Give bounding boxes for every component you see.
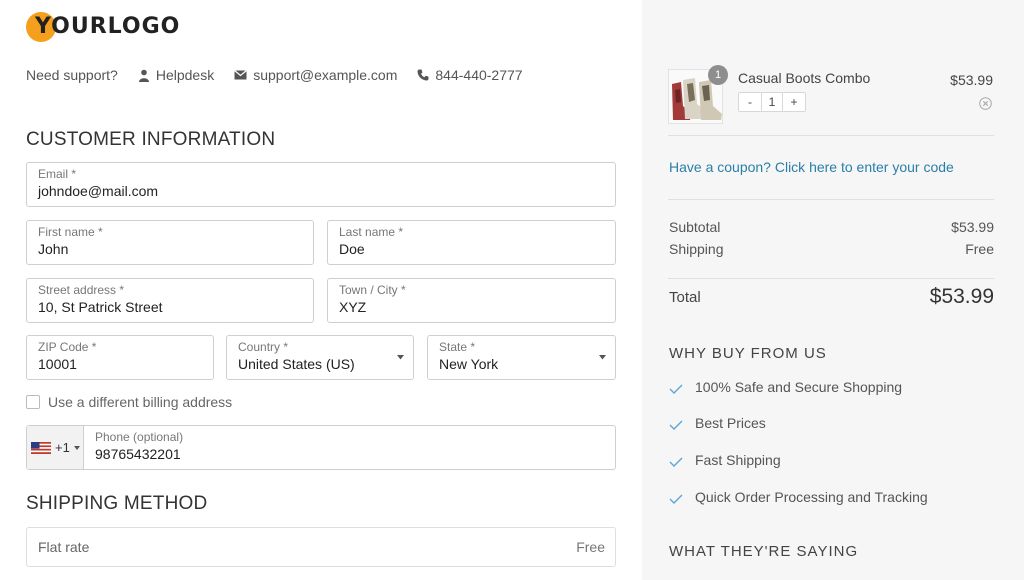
quantity-badge: 1 <box>708 65 728 85</box>
phone-icon <box>417 69 429 81</box>
country-select[interactable]: Country * United States (US) <box>226 335 414 380</box>
state-label: State * <box>439 340 476 354</box>
coupon-link[interactable]: Have a coupon? Click here to enter your … <box>669 159 954 175</box>
country-code: +1 <box>55 440 70 455</box>
street-address-value: 10, St Patrick Street <box>38 299 163 315</box>
why-buy-item: Quick Order Processing and Tracking <box>669 489 928 505</box>
total-row: Total $53.99 <box>669 285 994 309</box>
zip-code-value: 10001 <box>38 356 77 372</box>
zip-code-label: ZIP Code * <box>38 340 97 354</box>
street-address-label: Street address * <box>38 283 125 297</box>
quantity-decrease-button[interactable]: - <box>739 93 761 111</box>
support-bar: Need support? Helpdesk support@example.c… <box>26 67 543 83</box>
us-flag-icon <box>31 441 51 454</box>
why-buy-title: WHY BUY FROM US <box>669 345 827 362</box>
phone-field[interactable]: +1 Phone (optional) 98765432201 <box>26 425 616 470</box>
state-select[interactable]: State * New York <box>427 335 616 380</box>
subtotal-label: Subtotal <box>669 219 721 235</box>
country-code-selector[interactable]: +1 <box>27 426 84 469</box>
divider <box>668 278 994 279</box>
shipping-label: Shipping <box>669 241 724 257</box>
product-price: $53.99 <box>950 72 993 88</box>
shipping-row: Shipping Free <box>669 241 994 257</box>
phone-value: 98765432201 <box>95 446 181 462</box>
support-label: Need support? <box>26 67 118 83</box>
divider <box>668 135 994 136</box>
support-phone-link[interactable]: 844-440-2777 <box>417 67 523 83</box>
country-label: Country * <box>238 340 289 354</box>
town-city-value: XYZ <box>339 299 367 315</box>
quantity-value[interactable]: 1 <box>761 93 783 111</box>
email-value: johndoe@mail.com <box>38 183 159 199</box>
person-icon <box>138 69 149 82</box>
checkmark-icon <box>669 494 683 504</box>
billing-address-option[interactable]: Use a different billing address <box>26 394 232 410</box>
caret-down-icon <box>397 355 404 360</box>
shipping-option-price: Free <box>576 539 605 555</box>
state-value: New York <box>439 356 499 372</box>
email-field[interactable]: Email * johndoe@mail.com <box>26 162 616 207</box>
country-value: United States (US) <box>238 356 355 372</box>
total-label: Total <box>669 288 701 306</box>
checkmark-icon <box>669 420 683 430</box>
envelope-icon <box>234 70 248 80</box>
checkmark-icon <box>669 457 683 467</box>
quantity-stepper: - 1 + <box>738 92 806 112</box>
town-city-field[interactable]: Town / City * XYZ <box>327 278 616 323</box>
subtotal-row: Subtotal $53.99 <box>669 219 994 235</box>
billing-address-checkbox[interactable] <box>26 395 40 409</box>
phone-label: Phone (optional) <box>95 430 184 444</box>
why-buy-item: 100% Safe and Secure Shopping <box>669 379 902 395</box>
divider <box>668 199 994 200</box>
town-city-label: Town / City * <box>339 283 406 297</box>
subtotal-value: $53.99 <box>951 219 994 235</box>
quantity-increase-button[interactable]: + <box>783 93 805 111</box>
first-name-label: First name * <box>38 225 103 239</box>
shipping-option-name: Flat rate <box>38 539 90 555</box>
remove-item-icon[interactable] <box>979 97 992 110</box>
first-name-field[interactable]: First name * John <box>26 220 314 265</box>
caret-down-icon <box>599 355 606 360</box>
why-buy-item: Fast Shipping <box>669 452 781 468</box>
helpdesk-link[interactable]: Helpdesk <box>138 67 214 83</box>
caret-down-icon <box>73 445 80 450</box>
zip-code-field[interactable]: ZIP Code * 10001 <box>26 335 214 380</box>
support-email-link[interactable]: support@example.com <box>234 67 397 83</box>
email-label: Email * <box>38 167 77 181</box>
total-value: $53.99 <box>929 285 994 308</box>
checkmark-icon <box>669 384 683 394</box>
first-name-value: John <box>38 241 69 257</box>
product-name: Casual Boots Combo <box>738 70 871 86</box>
street-address-field[interactable]: Street address * 10, St Patrick Street <box>26 278 314 323</box>
last-name-value: Doe <box>339 241 365 257</box>
shipping-method-title: SHIPPING METHOD <box>26 493 208 514</box>
shipping-value: Free <box>965 241 994 257</box>
logo[interactable]: YOURLOGO <box>26 12 180 42</box>
why-buy-item: Best Prices <box>669 415 766 431</box>
logo-text: YOURLOGO <box>35 14 181 39</box>
billing-address-label: Use a different billing address <box>48 394 233 410</box>
last-name-field[interactable]: Last name * Doe <box>327 220 616 265</box>
last-name-label: Last name * <box>339 225 404 239</box>
shipping-option-flat-rate[interactable]: Flat rate Free <box>26 527 616 567</box>
testimonials-title: WHAT THEY'RE SAYING <box>669 543 859 560</box>
customer-info-title: CUSTOMER INFORMATION <box>26 129 276 150</box>
